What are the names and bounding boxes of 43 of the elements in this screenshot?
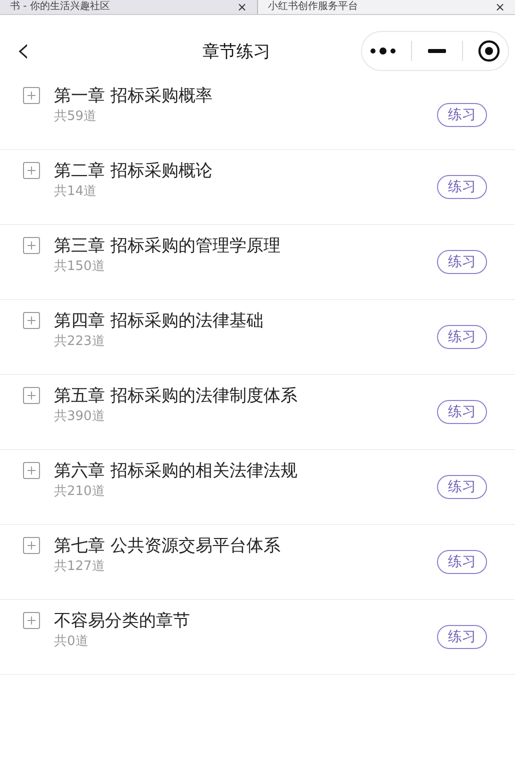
question-count: 共14道	[54, 183, 98, 201]
practice-button[interactable]: 练习	[437, 475, 487, 499]
chapter-title: 第六章 招标采购的相关法律法规	[54, 460, 298, 483]
chapter-title: 不容易分类的章节	[54, 610, 191, 633]
browser-tab[interactable]: 书 - 你的生活兴趣社区 ×	[0, 0, 257, 14]
practice-button[interactable]: 练习	[437, 400, 487, 424]
question-count: 共210道	[54, 483, 106, 501]
chapter-title: 第二章 招标采购概论	[54, 160, 214, 183]
practice-button[interactable]: 练习	[437, 250, 487, 274]
expand-icon[interactable]	[23, 162, 40, 179]
expand-icon[interactable]	[23, 462, 40, 479]
question-count: 共390道	[54, 408, 106, 426]
expand-icon[interactable]	[23, 237, 40, 254]
question-count: 共59道	[54, 108, 98, 126]
practice-button[interactable]: 练习	[437, 625, 487, 649]
question-count: 共223道	[54, 333, 106, 351]
page-title: 章节练习	[202, 40, 272, 62]
question-count: 共150道	[54, 258, 106, 276]
tab-title: 书 - 你的生活兴趣社区	[10, 0, 110, 14]
practice-button[interactable]: 练习	[437, 103, 487, 127]
expand-icon[interactable]	[23, 612, 40, 629]
more-icon[interactable]	[370, 47, 396, 55]
chapter-title: 第三章 招标采购的管理学原理	[54, 235, 282, 258]
browser-tab[interactable]: 小红书创作服务平台 ×	[257, 0, 515, 14]
chapter-title: 第一章 招标采购概率	[54, 85, 214, 108]
chapter-title: 第七章 公共资源交易平台体系	[54, 535, 282, 558]
chapter-title: 第四章 招标采购的法律基础	[54, 310, 264, 333]
minimize-icon[interactable]	[428, 49, 446, 53]
expand-icon[interactable]	[23, 87, 40, 104]
target-icon[interactable]	[478, 40, 500, 62]
practice-button[interactable]: 练习	[437, 175, 487, 199]
expand-icon[interactable]	[23, 312, 40, 329]
practice-button[interactable]: 练习	[437, 550, 487, 574]
question-count: 共0道	[54, 633, 90, 651]
close-icon[interactable]: ×	[494, 0, 505, 14]
question-count: 共127道	[54, 558, 106, 576]
expand-icon[interactable]	[23, 537, 40, 554]
practice-button[interactable]: 练习	[437, 325, 487, 349]
tab-title: 小红书创作服务平台	[268, 0, 358, 14]
back-button[interactable]: ‹	[16, 33, 46, 69]
close-icon[interactable]: ×	[236, 0, 247, 14]
expand-icon[interactable]	[23, 387, 40, 404]
chapter-title: 第五章 招标采购的法律制度体系	[54, 385, 298, 408]
